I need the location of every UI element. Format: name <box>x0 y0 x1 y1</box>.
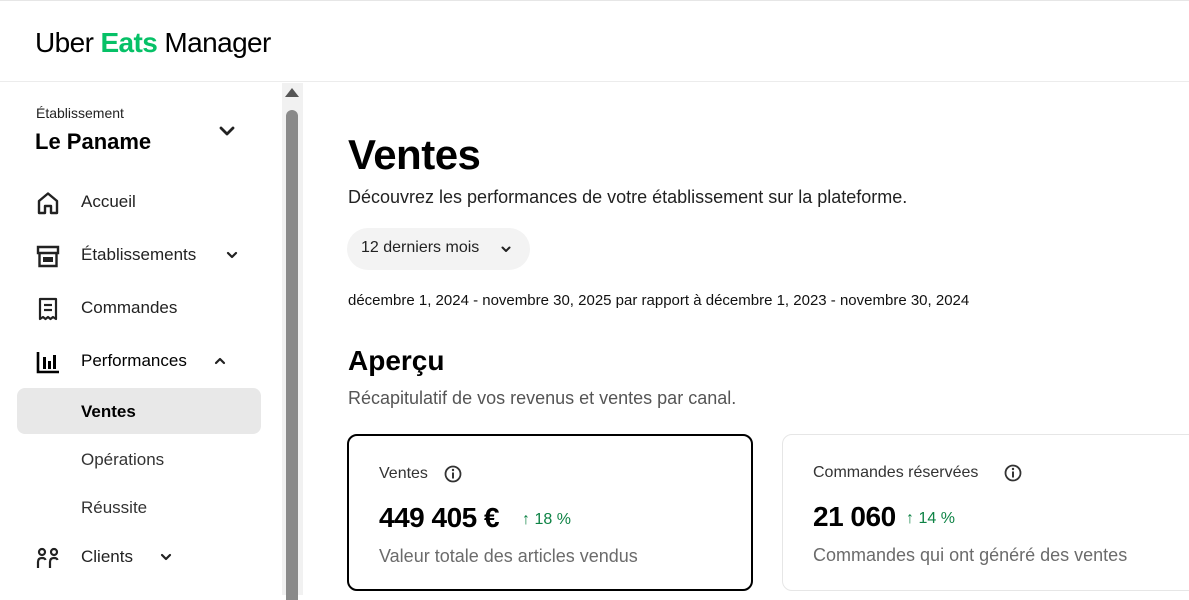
chevron-down-icon <box>501 246 511 252</box>
sidebar-item-performances[interactable]: Performances <box>35 341 255 381</box>
overview-title: Aperçu <box>348 345 445 376</box>
overview-subtitle: Récapitulatif de vos revenus et ventes p… <box>348 388 737 408</box>
metric-title: Ventes <box>379 465 428 482</box>
date-range-comparison: décembre 1, 2024 - novembre 30, 2025 par… <box>348 292 970 309</box>
metric-delta: ↑ 14 % <box>906 510 955 528</box>
sidebar-subitem-label: Ventes <box>81 402 136 421</box>
info-icon[interactable] <box>1004 464 1022 482</box>
scroll-up-arrow-icon[interactable] <box>285 88 299 97</box>
chevron-up-icon[interactable] <box>213 354 227 368</box>
metric-description: Commandes qui ont généré des ventes <box>813 545 1128 565</box>
chevron-down-icon[interactable] <box>159 550 173 564</box>
sidebar-item-label: Établissements <box>81 245 197 264</box>
metric-title: Commandes réservées <box>813 464 979 481</box>
arrow-up-icon: ↑ <box>522 511 530 528</box>
sidebar-item-label: Accueil <box>81 192 136 211</box>
metric-delta-value: 18 % <box>534 511 571 528</box>
period-selector-label: 12 derniers mois <box>361 239 480 256</box>
store-icon <box>36 245 60 268</box>
sidebar-subitem-label: Opérations <box>81 450 165 469</box>
users-icon <box>36 547 59 568</box>
sidebar-subitem-label: Réussite <box>81 498 148 517</box>
sidebar: Établissement Le Paname Accueil Établiss… <box>0 83 282 595</box>
sidebar-item-label: Clients <box>81 547 133 566</box>
app-header: Uber Eats Manager <box>0 5 1189 82</box>
sidebar-item-label: Performances <box>81 351 187 370</box>
page-title: Ventes <box>348 131 481 178</box>
bar-chart-icon <box>36 352 59 374</box>
sidebar-item-clients[interactable]: Clients <box>35 537 255 577</box>
scrollbar-thumb[interactable] <box>286 110 298 600</box>
chevron-down-icon[interactable] <box>225 248 239 262</box>
uber-eats-manager-logo[interactable]: Uber Eats Manager <box>35 27 271 59</box>
logo-eats: Eats <box>100 27 158 58</box>
logo-uber: Uber <box>35 27 94 58</box>
home-icon <box>37 192 59 215</box>
info-icon[interactable] <box>444 465 462 483</box>
establishment-label: Établissement <box>36 105 124 121</box>
sidebar-subitem-ventes[interactable]: Ventes <box>17 388 261 434</box>
sidebar-item-etablissements[interactable]: Établissements <box>35 235 255 275</box>
main-content: Ventes Découvrez les performances de vot… <box>303 83 1189 595</box>
sidebar-item-label: Commandes <box>81 298 178 317</box>
chevron-down-icon[interactable] <box>217 121 237 141</box>
metric-value: 449 405 € <box>379 502 500 533</box>
sidebar-subitem-reussite[interactable]: Réussite <box>17 484 261 530</box>
metric-value: 21 060 <box>813 501 896 532</box>
period-selector[interactable]: 12 derniers mois <box>347 228 530 270</box>
sidebar-item-commandes[interactable]: Commandes <box>35 288 255 328</box>
sidebar-item-accueil[interactable]: Accueil <box>35 182 255 222</box>
metric-delta: ↑ 18 % <box>522 511 571 529</box>
metric-description: Valeur totale des articles vendus <box>379 546 638 566</box>
sidebar-subitem-operations[interactable]: Opérations <box>17 436 261 482</box>
receipt-icon <box>38 297 58 321</box>
metric-card-ventes[interactable]: Ventes 449 405 € ↑ 18 % Valeur totale de… <box>347 434 753 591</box>
metric-card-commandes-reservees[interactable]: Commandes réservées 21 060 ↑ 14 % Comman… <box>782 434 1189 591</box>
page-subtitle: Découvrez les performances de votre étab… <box>348 187 908 207</box>
metric-delta-value: 14 % <box>918 510 955 527</box>
logo-manager: Manager <box>164 27 271 58</box>
arrow-up-icon: ↑ <box>906 510 914 527</box>
establishment-name: Le Paname <box>35 129 152 154</box>
